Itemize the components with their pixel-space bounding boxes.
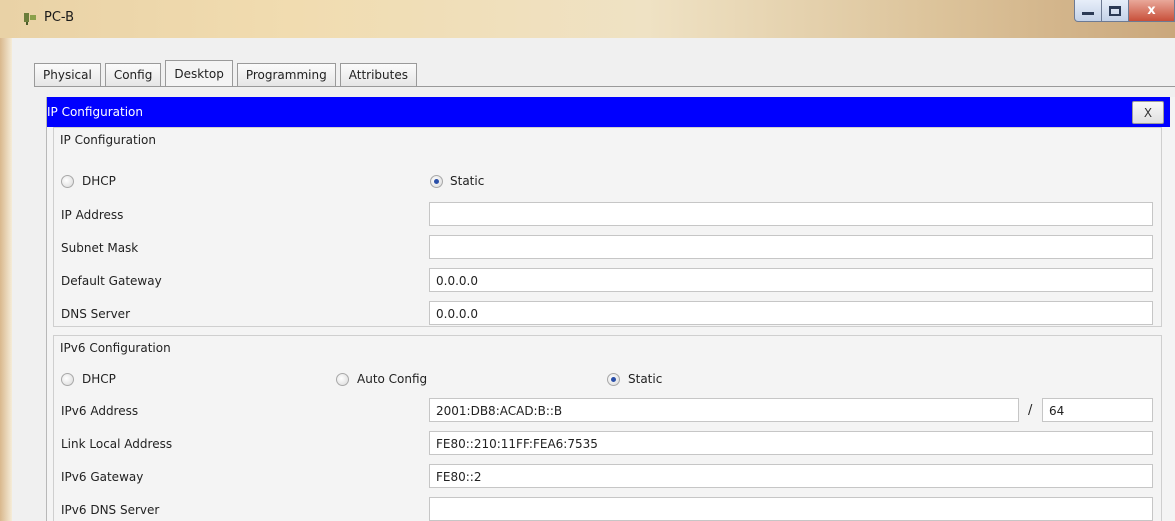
- ipv6-static-label: Static: [628, 372, 663, 386]
- ipv4-dhcp-radio[interactable]: [61, 175, 74, 188]
- ipv4-section: IP Configuration DHCP Static IP Address …: [53, 127, 1162, 327]
- tab-physical[interactable]: Physical: [34, 63, 101, 86]
- default-gateway-field[interactable]: 0.0.0.0: [429, 268, 1153, 292]
- window-close-button[interactable]: x: [1129, 0, 1175, 22]
- close-icon: x: [1147, 3, 1156, 18]
- dns-server-field[interactable]: 0.0.0.0: [429, 301, 1153, 325]
- tab-panel-border: [34, 86, 1175, 87]
- link-local-address-label: Link Local Address: [61, 437, 173, 451]
- ipv6-dhcp-label: DHCP: [82, 372, 116, 386]
- link-local-address-field[interactable]: FE80::210:11FF:FEA6:7535: [429, 431, 1153, 455]
- ipv6-auto-config-radio[interactable]: [336, 373, 349, 386]
- panel-title: IP Configuration: [47, 105, 143, 119]
- ipv4-static-label: Static: [450, 174, 485, 188]
- subnet-mask-field[interactable]: [429, 235, 1153, 259]
- ipv4-dhcp-label: DHCP: [82, 174, 116, 188]
- prefix-separator: /: [1028, 403, 1033, 418]
- ipv6-section-title: IPv6 Configuration: [60, 341, 171, 355]
- ipv4-static-radio[interactable]: [430, 175, 443, 188]
- device-tabs: Physical Config Desktop Programming Attr…: [34, 60, 421, 87]
- dns-server-label: DNS Server: [61, 307, 130, 321]
- minimize-icon: [1082, 12, 1094, 15]
- ipv6-dns-server-label: IPv6 DNS Server: [61, 503, 160, 517]
- network-device-icon: [24, 13, 36, 25]
- maximize-button[interactable]: [1102, 0, 1129, 22]
- tab-desktop[interactable]: Desktop: [165, 60, 233, 87]
- maximize-icon: [1109, 5, 1121, 16]
- ipv6-dhcp-radio[interactable]: [61, 373, 74, 386]
- ipv6-gateway-field[interactable]: FE80::2: [429, 464, 1153, 488]
- tab-config[interactable]: Config: [104, 63, 162, 86]
- ipv6-static-radio[interactable]: [607, 373, 620, 386]
- default-gateway-label: Default Gateway: [61, 274, 162, 288]
- ipv6-address-field[interactable]: 2001:DB8:ACAD:B::B: [429, 398, 1019, 422]
- ip-address-label: IP Address: [61, 208, 124, 222]
- window-controls: x: [1074, 0, 1175, 22]
- subnet-mask-label: Subnet Mask: [61, 241, 139, 255]
- tab-programming[interactable]: Programming: [236, 63, 336, 86]
- ipv6-gateway-label: IPv6 Gateway: [61, 470, 144, 484]
- window-frame-edge: [0, 38, 12, 521]
- ip-configuration-panel: IP Configuration X IP Configuration DHCP…: [46, 97, 1175, 521]
- window-title-bar: PC-B x: [0, 0, 1175, 38]
- minimize-button[interactable]: [1074, 0, 1102, 22]
- ipv6-dns-server-field[interactable]: [429, 497, 1153, 521]
- window-title: PC-B: [44, 10, 75, 25]
- ipv4-section-title: IP Configuration: [60, 133, 156, 147]
- ipv6-address-label: IPv6 Address: [61, 404, 139, 418]
- ipv6-prefix-field[interactable]: 64: [1042, 398, 1153, 422]
- tab-attributes[interactable]: Attributes: [339, 63, 417, 86]
- ip-address-field[interactable]: [429, 202, 1153, 226]
- panel-close-button[interactable]: X: [1132, 101, 1164, 124]
- ipv6-section: IPv6 Configuration DHCP Auto Config Stat…: [53, 335, 1162, 521]
- panel-header: IP Configuration X: [47, 97, 1170, 127]
- ipv6-auto-config-label: Auto Config: [357, 372, 428, 386]
